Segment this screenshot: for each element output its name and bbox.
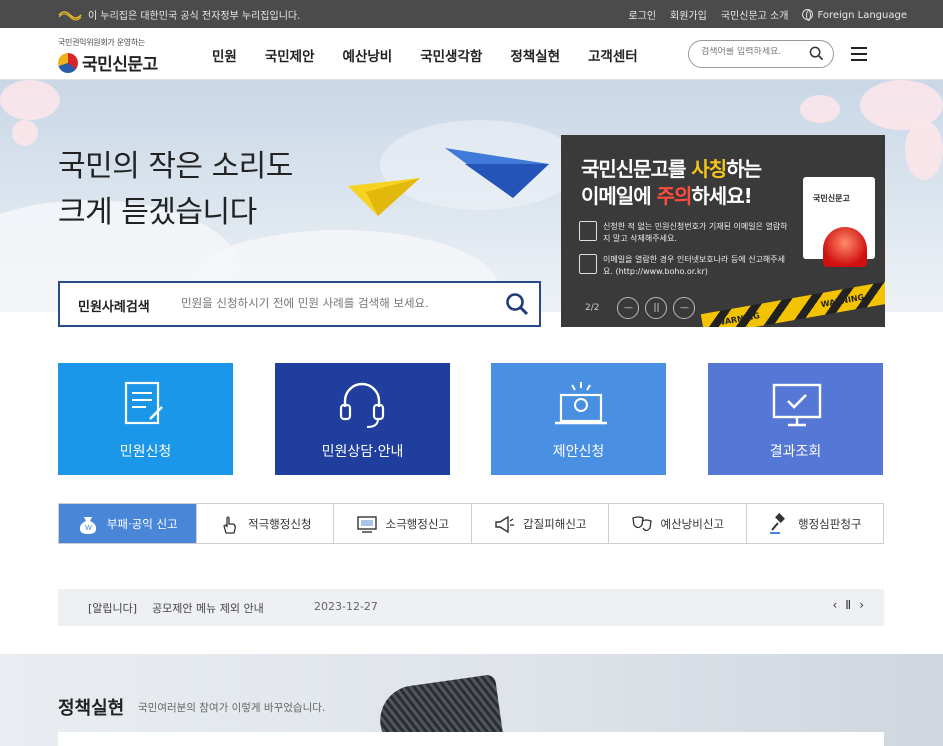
main-nav: 민원 국민제안 예산낭비 국민생각함 정책실현 고객센터 [212,45,666,65]
logo-name: 국민신문고 [82,55,158,75]
warning-tape: WARNING WARNING [700,276,885,327]
banner-note-2: 이메일을 열람한 경우 인터넷보호나라 등에 신고해주세요. (http://w… [579,254,789,278]
paper-plane-yellow-icon [348,178,420,216]
paper-plane-blue-icon [445,148,549,198]
policy-card [58,732,884,746]
nav-customer-center[interactable]: 고객센터 [588,45,638,65]
monitor-check-icon [772,383,822,427]
bell-icon [579,254,597,274]
nav-proposal[interactable]: 국민제안 [265,45,315,65]
tile-result[interactable]: 결과조회 [708,363,883,475]
tab-budget-waste-report[interactable]: 예산낭비신고 [609,504,747,543]
header-search-input[interactable] [701,47,801,57]
megaphone-icon [495,515,514,533]
hero-title: 국민의 작은 소리도 크게 듣겠습니다 [58,149,293,230]
banner-controls: 2/2 — || — [585,297,696,319]
tile-label: 결과조회 [769,444,822,460]
chevron-left-icon[interactable]: ‹ [832,598,837,612]
trash-icon [579,221,597,241]
tab-passive-admin[interactable]: 소극행정신고 [334,504,472,543]
hand-pointer-icon [223,515,236,534]
notice-date: 2023-12-27 [314,600,378,613]
laptop-idea-icon [555,382,607,425]
tile-label: 민원상담·안내 [321,444,404,460]
money-bag-icon: W [79,516,96,534]
tab-admin-appeal[interactable]: 행정심판청구 [747,504,884,543]
globe-icon [802,8,814,21]
signup-link[interactable]: 회원가입 [670,7,707,22]
case-search-label: 민원사례검색 [78,300,150,315]
case-search-button-icon[interactable] [505,292,529,316]
headset-icon [339,382,385,428]
masks-icon [631,515,652,531]
policy-title: 정책실현 [58,698,125,719]
tile-label: 민원신청 [119,444,172,460]
nav-minwon[interactable]: 민원 [212,45,237,65]
siren-icon [823,227,867,267]
phishing-warning-banner[interactable]: 국민신문고를 사칭하는 이메일에 주의하세요! 신청한 적 없는 민원신청번호가… [561,135,885,327]
document-icon [124,381,163,425]
banner-note-1: 신청한 적 없는 민원신청번호가 기재된 이메일은 열람하지 말고 삭제해주세요… [579,221,789,245]
gov-emblem-icon [58,10,82,20]
banner-envelope-label: 국민신문고 [813,194,850,203]
nav-budget-waste[interactable]: 예산낭비 [343,45,393,65]
tab-corruption-report[interactable]: W 부패·공익 신고 [59,504,197,543]
svg-text:W: W [85,524,92,532]
tile-apply-minwon[interactable]: 민원신청 [58,363,233,475]
site-logo[interactable]: 국민권익위원회가 운영하는 국민신문고 [58,37,158,75]
tab-gapjil-report[interactable]: 갑질피해신고 [472,504,609,543]
foreign-language-link[interactable]: Foreign Language [802,8,907,21]
nav-public-opinion[interactable]: 국민생각함 [420,45,482,65]
gavel-icon [770,512,785,534]
tile-proposal[interactable]: 제안신청 [491,363,666,475]
policy-desc: 국민여러분의 참여가 이렇게 바꾸었습니다. [138,702,326,714]
banner-pause-button[interactable]: || [645,297,668,319]
report-tabs: W 부패·공익 신고 적극행정신청 소극행정신고 갑질피해신고 예산낭비신고 행… [58,503,884,544]
banner-headline-1: 국민신문고를 사칭하는 [581,157,762,181]
tile-label: 제안신청 [552,444,605,460]
login-link[interactable]: 로그인 [628,7,656,22]
banner-headline-2: 이메일에 주의하세요! [581,184,753,208]
site-header: 국민권익위원회가 운영하는 국민신문고 민원 국민제안 예산낭비 국민생각함 정… [0,28,943,80]
pause-icon[interactable]: Ⅱ [845,598,851,612]
header-search [688,40,834,68]
case-search-box: 민원사례검색 [58,281,541,327]
gov-banner: 이 누리집은 대한민국 공식 전자정부 누리집입니다. 로그인 회원가입 국민신… [0,0,943,28]
search-icon[interactable] [809,46,824,61]
chevron-right-icon[interactable]: › [859,598,864,612]
tab-active-admin[interactable]: 적극행정신청 [197,504,334,543]
banner-next-button[interactable]: — [673,297,696,319]
taegeuk-logo-icon [58,52,78,73]
notice-link[interactable]: 공모제안 메뉴 제외 안내 [152,600,264,616]
banner-pager: 2/2 [585,303,600,313]
case-search-input[interactable] [181,296,491,310]
policy-section: 정책실현 국민여러분의 참여가 이렇게 바꾸었습니다. [0,654,943,746]
notice-tag: [알립니다] [88,602,138,615]
gov-notice-text: 이 누리집은 대한민국 공식 전자정부 누리집입니다. [88,11,301,22]
banner-prev-button[interactable]: — [617,297,640,319]
menu-icon[interactable] [851,47,867,61]
notice-ticker: [알립니다] 공모제안 메뉴 제외 안내 2023-12-27 ‹ Ⅱ › [58,589,884,626]
nav-policy[interactable]: 정책실현 [510,45,560,65]
tile-consult[interactable]: 민원상담·안내 [275,363,450,475]
logo-subtitle: 국민권익위원회가 운영하는 [58,38,145,47]
monitor-icon [356,515,377,533]
about-link[interactable]: 국민신문고 소개 [721,7,789,22]
